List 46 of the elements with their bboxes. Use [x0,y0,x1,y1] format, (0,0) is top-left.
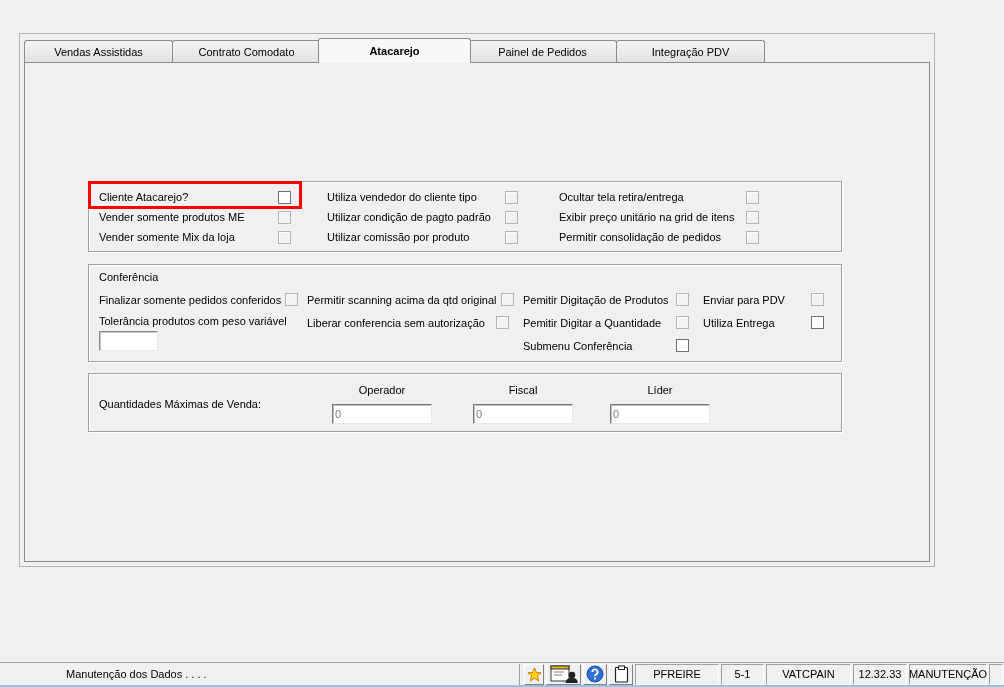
status-panel: MANUTENÇÃO [909,663,987,685]
field-label: Fiscal [508,383,538,397]
checkbox[interactable] [278,190,291,204]
checkbox-label: Pemitir Digitar a Quantidade [523,316,662,329]
tab[interactable]: Vendas Assistidas [24,40,173,62]
checkbox-label: Pemitir Digitação de Produtos [523,293,669,306]
clipboard-icon [613,665,629,683]
field-label: Líder [647,383,673,397]
window-user-button[interactable] [546,663,581,685]
checkbox[interactable] [676,339,689,352]
status-panel: 5-1 [721,663,764,685]
tab[interactable]: Contrato Comodato [172,40,321,62]
help-icon [586,665,604,683]
field-label: Tolerância produtos com peso variável [99,314,287,329]
checkbox-label: Finalizar somente pedidos conferidos [99,293,282,306]
checkbox-label: Permitir consolidação de pedidos [559,231,722,243]
status-panel: VATCPAIN [766,663,851,685]
checkbox-label: Liberar conferencia sem autorização [307,316,485,329]
group-label: Quantidades Máximas de Venda: [99,397,262,410]
tab[interactable]: Integração PDV [616,40,765,62]
checkbox-label: Utilizar comissão por produto [327,231,470,243]
star-icon [526,666,542,682]
help-button[interactable] [583,663,607,685]
group-title: Conferência [99,270,159,284]
tab[interactable]: Painel de Pedidos [468,40,617,62]
status-message: Manutenção dos Dados . . . . [0,663,520,685]
tab[interactable]: Atacarejo [318,38,471,63]
star-button[interactable] [524,663,544,685]
clipboard-button[interactable] [609,663,633,685]
checkbox-label: Vender somente Mix da loja [99,231,235,243]
status-panel: 12.32.33 [853,663,907,685]
checkbox-label: Permitir scanning acima da qtd original [307,293,497,306]
field-label: Operador [358,383,406,397]
checkbox-label: Utiliza Entrega [703,316,775,329]
checkbox-label: Ocultar tela retira/entrega [559,191,684,203]
checkbox-label: Submenu Conferência [523,339,633,352]
checkbox[interactable] [811,316,824,329]
window-user-icon [549,665,578,683]
status-panel: PFREIRE [635,663,719,685]
checkbox-label: Exibir preço unitário na grid de itens [559,211,735,223]
checkbox-label: Utilizar condição de pagto padrão [327,211,491,223]
input-field[interactable] [99,331,158,351]
checkbox-label: Vender somente produtos ME [99,211,245,223]
checkbox-label: Utiliza vendedor do cliente tipo [327,191,477,203]
checkbox-label: Enviar para PDV [703,293,785,306]
checkbox-label: Cliente Atacarejo? [99,191,189,203]
